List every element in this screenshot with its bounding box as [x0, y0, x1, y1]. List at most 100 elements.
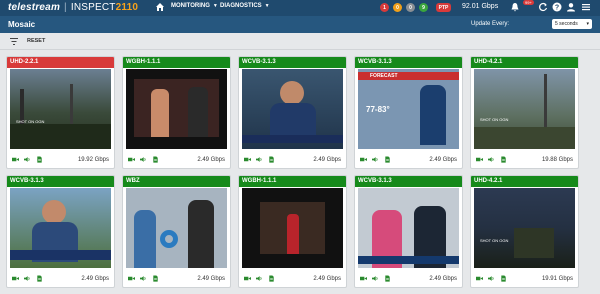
stream-bitrate: 19.92 Gbps: [77, 157, 109, 163]
video-thumbnail[interactable]: SHOT ON OGN: [10, 69, 111, 149]
video-camera-icon[interactable]: [128, 275, 135, 282]
document-icon[interactable]: [384, 156, 391, 163]
video-thumbnail[interactable]: [126, 69, 227, 149]
chevron-down-icon: ▼: [264, 3, 270, 9]
user-icon[interactable]: [566, 2, 576, 12]
toolbar: RESET: [0, 33, 600, 50]
chevron-down-icon: ▾: [586, 21, 589, 27]
status-count-critical[interactable]: 1: [380, 3, 389, 12]
stream-tile[interactable]: WBZ 2.49 Gbps: [122, 175, 231, 288]
video-camera-icon[interactable]: [244, 275, 251, 282]
stream-bitrate: 2.49 Gbps: [81, 276, 109, 282]
stream-name: WCVB-3.1.3: [239, 57, 346, 68]
video-thumbnail[interactable]: [242, 188, 343, 268]
speaker-icon[interactable]: [372, 275, 379, 282]
status-count-minor[interactable]: 0: [406, 3, 415, 12]
video-camera-icon[interactable]: [244, 156, 251, 163]
stream-tile[interactable]: WCVB-3.1.3 2.49 Gbps: [238, 56, 347, 169]
status-count-major[interactable]: 0: [393, 3, 402, 12]
page-title: Mosaic: [8, 20, 36, 29]
svg-text:?: ?: [555, 5, 559, 12]
chevron-down-icon: ▼: [212, 3, 218, 9]
document-icon[interactable]: [152, 275, 159, 282]
tile-footer: 2.49 Gbps: [239, 271, 346, 287]
video-camera-icon[interactable]: [128, 156, 135, 163]
video-thumbnail[interactable]: FORECAST 77-83°: [358, 69, 459, 149]
page-header: Mosaic Update Every: 5 seconds ▾: [0, 16, 600, 33]
video-thumbnail[interactable]: SHOT ON OGN: [474, 69, 575, 149]
stream-tile[interactable]: WCVB-3.1.3 2.49 Gbps: [354, 175, 463, 288]
speaker-icon[interactable]: [24, 156, 31, 163]
stream-tile[interactable]: WGBH-1.1.1 2.49 Gbps: [122, 56, 231, 169]
bell-icon[interactable]: [510, 2, 520, 12]
video-thumbnail[interactable]: SHOT ON OGN: [474, 188, 575, 268]
video-thumbnail[interactable]: [358, 188, 459, 268]
stream-name: UHD-2.2.1: [7, 57, 114, 68]
stream-tile[interactable]: UHD-2.2.1 SHOT ON OGN 19.92 Gbps: [6, 56, 115, 169]
tile-footer: 2.49 Gbps: [355, 271, 462, 287]
video-camera-icon[interactable]: [360, 275, 367, 282]
update-interval-select[interactable]: 5 seconds ▾: [552, 19, 592, 29]
stream-name: WGBH-1.1.1: [123, 57, 230, 68]
menu-icon[interactable]: [581, 2, 591, 12]
stream-tile[interactable]: WCVB-3.1.3 2.49 Gbps: [6, 175, 115, 288]
document-icon[interactable]: [36, 156, 43, 163]
document-icon[interactable]: [268, 275, 275, 282]
tile-footer: 2.49 Gbps: [239, 152, 346, 168]
stream-name: UHD-4.2.1: [471, 176, 578, 187]
top-bar: telestream | INSPECT 2110 MONITORING ▼ DI…: [0, 0, 600, 16]
stream-name: WCVB-3.1.3: [355, 176, 462, 187]
video-camera-icon[interactable]: [360, 156, 367, 163]
app-logo[interactable]: telestream | INSPECT 2110: [8, 2, 138, 13]
stream-bitrate: 2.49 Gbps: [429, 157, 457, 163]
notification-count-badge: 99+: [523, 0, 534, 5]
speaker-icon[interactable]: [488, 275, 495, 282]
speaker-icon[interactable]: [256, 156, 263, 163]
speaker-icon[interactable]: [256, 275, 263, 282]
status-count-ok[interactable]: 9: [419, 3, 428, 12]
video-overlay-text: FORECAST: [370, 73, 398, 79]
document-icon[interactable]: [152, 156, 159, 163]
video-camera-icon[interactable]: [12, 156, 19, 163]
speaker-icon[interactable]: [372, 156, 379, 163]
document-icon[interactable]: [384, 275, 391, 282]
ptp-badge[interactable]: PTP: [436, 3, 451, 12]
speaker-icon[interactable]: [140, 275, 147, 282]
speaker-icon[interactable]: [140, 156, 147, 163]
nav-monitoring[interactable]: MONITORING ▼: [171, 3, 218, 9]
filter-icon[interactable]: [10, 38, 18, 45]
video-overlay-text: SHOT ON OGN: [16, 119, 45, 124]
stream-tile[interactable]: WCVB-3.1.3 FORECAST 77-83° 2.49 Gbps: [354, 56, 463, 169]
tile-footer: 2.49 Gbps: [355, 152, 462, 168]
tile-footer: 2.49 Gbps: [7, 271, 114, 287]
video-camera-icon[interactable]: [476, 275, 483, 282]
video-thumbnail[interactable]: [126, 188, 227, 268]
video-thumbnail[interactable]: [242, 69, 343, 149]
speaker-icon[interactable]: [24, 275, 31, 282]
stream-name: UHD-4.2.1: [471, 57, 578, 68]
video-camera-icon[interactable]: [12, 275, 19, 282]
tile-footer: 19.88 Gbps: [471, 152, 578, 168]
refresh-icon[interactable]: [538, 2, 548, 12]
stream-tile[interactable]: UHD-4.2.1 SHOT ON OGN 19.88 Gbps: [470, 56, 579, 169]
help-icon[interactable]: ?: [552, 2, 562, 12]
total-throughput: 92.01 Gbps: [462, 3, 499, 10]
stream-tile[interactable]: WGBH-1.1.1 2.49 Gbps: [238, 175, 347, 288]
document-icon[interactable]: [268, 156, 275, 163]
stream-bitrate: 2.49 Gbps: [313, 276, 341, 282]
stream-bitrate: 2.49 Gbps: [313, 157, 341, 163]
video-thumbnail[interactable]: [10, 188, 111, 268]
speaker-icon[interactable]: [488, 156, 495, 163]
document-icon[interactable]: [36, 275, 43, 282]
stream-name: WCVB-3.1.3: [7, 176, 114, 187]
document-icon[interactable]: [500, 275, 507, 282]
document-icon[interactable]: [500, 156, 507, 163]
product-version: 2110: [115, 2, 139, 13]
home-icon[interactable]: [155, 2, 165, 12]
video-camera-icon[interactable]: [476, 156, 483, 163]
video-overlay-text: 77-83°: [366, 105, 390, 114]
nav-diagnostics[interactable]: DIAGNOSTICS ▼: [220, 3, 270, 9]
stream-name: WBZ: [123, 176, 230, 187]
reset-button[interactable]: RESET: [27, 38, 45, 44]
stream-tile[interactable]: UHD-4.2.1 SHOT ON OGN 19.91 Gbps: [470, 175, 579, 288]
